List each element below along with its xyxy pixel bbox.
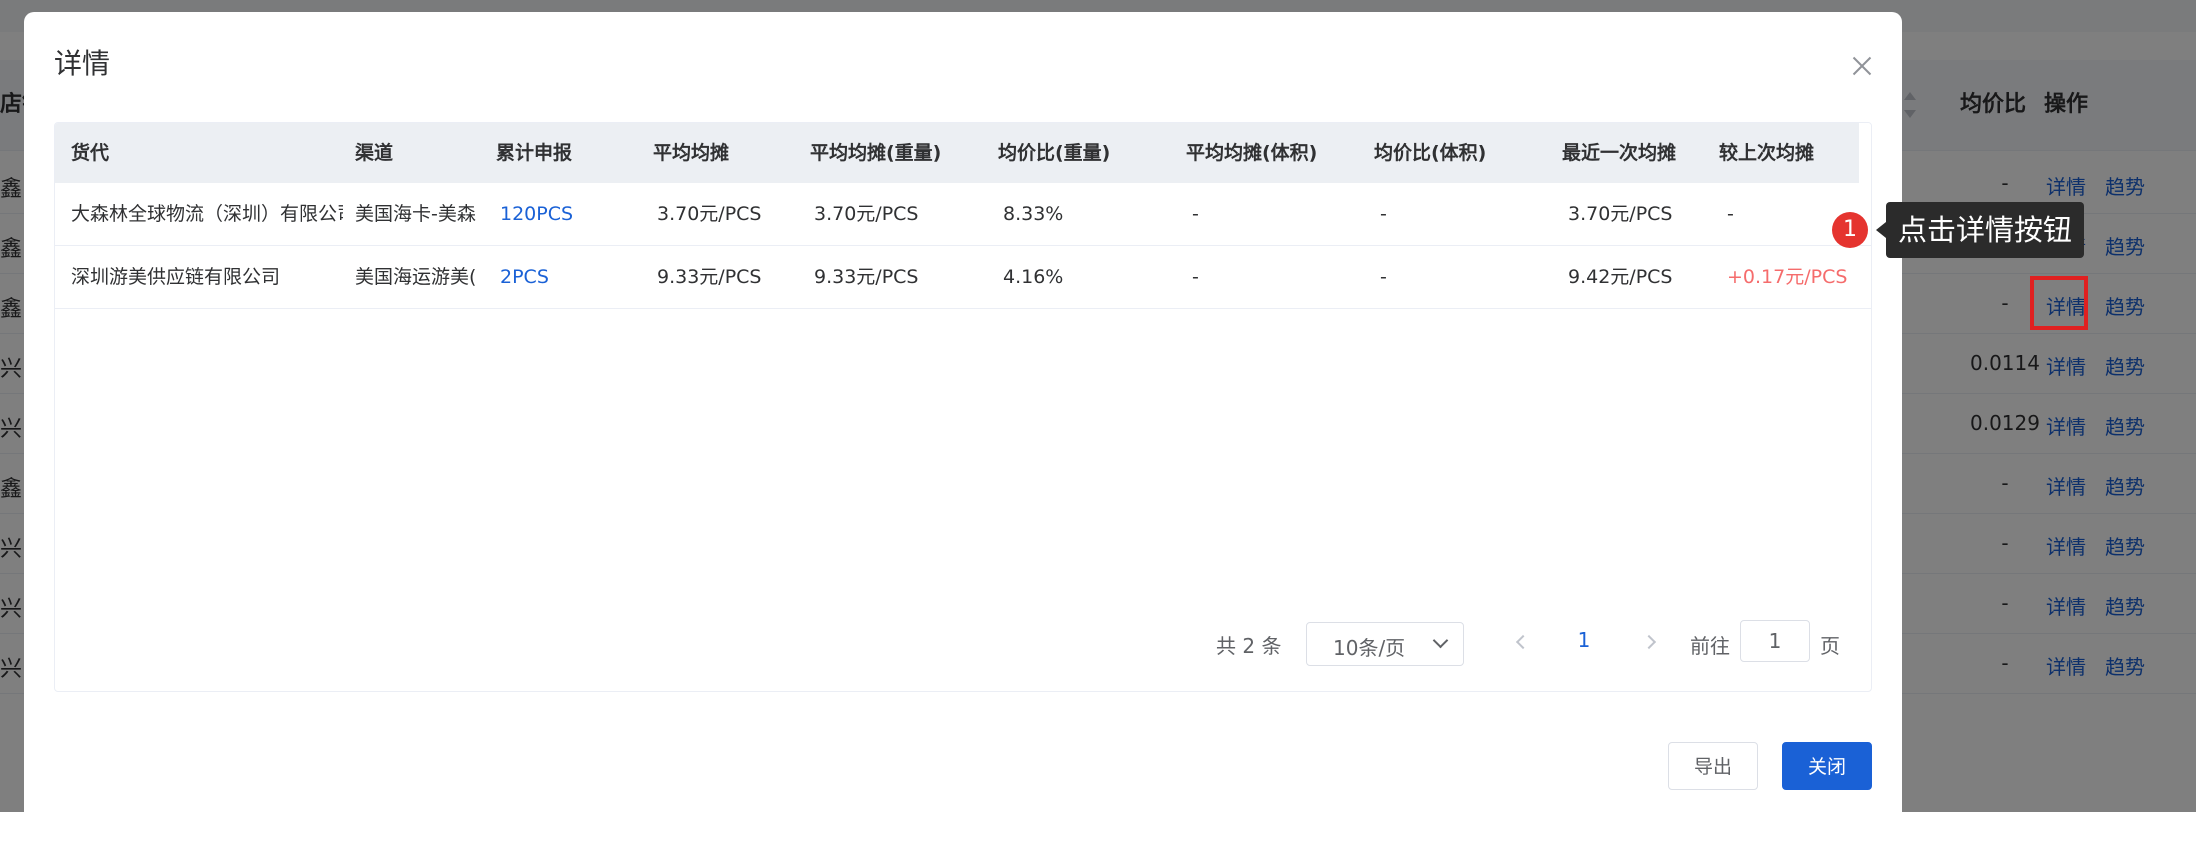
page-number-current[interactable]: 1 (1564, 628, 1604, 652)
cell-forwarder: 深圳游美供应链有限公司 (71, 266, 281, 288)
table-row: 大森林全球物流（深圳）有限公司 美国海卡-美森 120PCS 3.70元/PCS… (55, 183, 1871, 246)
step-number-badge: 1 (1832, 212, 1868, 248)
table-row: 深圳游美供应链有限公司 美国海运游美( 2PCS 9.33元/PCS 9.33元… (55, 246, 1871, 309)
cell-last-allocation: 3.70元/PCS (1568, 203, 1673, 225)
column-header-vs-last: 较上次均摊 (1719, 142, 1815, 164)
cell-forwarder: 大森林全球物流（深圳）有限公司 (71, 203, 343, 225)
export-button[interactable]: 导出 (1668, 742, 1758, 790)
cell-avg-allocation-volume: - (1192, 203, 1199, 225)
cell-vs-last: - (1727, 203, 1734, 225)
column-header-last-allocation: 最近一次均摊 (1562, 142, 1677, 164)
detail-dialog: 详情 货代 渠道 累计申报 平均均摊 平均均摊(重量) 均价比(重量) 平均均摊… (24, 12, 1902, 842)
page-size-value: 10条/页 (1333, 636, 1406, 660)
goto-label: 前往 (1690, 634, 1730, 658)
cell-avg-allocation-weight: 3.70元/PCS (814, 203, 919, 225)
highlight-box (2030, 276, 2088, 330)
close-button[interactable]: 关闭 (1782, 742, 1872, 790)
chevron-right-icon[interactable] (1642, 632, 1662, 654)
cell-avg-allocation-volume: - (1192, 266, 1199, 288)
cell-vs-last: +0.17元/PCS (1727, 266, 1848, 288)
table-header: 货代 渠道 累计申报 平均均摊 平均均摊(重量) 均价比(重量) 平均均摊(体积… (55, 123, 1859, 183)
chevron-left-icon[interactable] (1512, 632, 1532, 654)
tooltip-arrow (1876, 222, 1886, 238)
cell-last-allocation: 9.42元/PCS (1568, 266, 1673, 288)
cell-ratio-weight: 4.16% (1003, 266, 1064, 288)
guide-tooltip: 点击详情按钮 (1886, 202, 2084, 258)
cell-avg-allocation: 3.70元/PCS (657, 203, 762, 225)
cell-avg-allocation-weight: 9.33元/PCS (814, 266, 919, 288)
column-header-forwarder: 货代 (71, 142, 110, 164)
dialog-title: 详情 (54, 47, 111, 80)
cell-ratio-weight: 8.33% (1003, 203, 1064, 225)
cell-ratio-volume: - (1380, 203, 1387, 225)
column-header-total-declared: 累计申报 (496, 142, 573, 164)
chevron-down-icon (1432, 632, 1449, 649)
cell-channel: 美国海卡-美森 (355, 203, 476, 225)
column-header-channel: 渠道 (355, 142, 394, 164)
cell-channel: 美国海运游美( (355, 266, 477, 288)
column-header-ratio-weight: 均价比(重量) (998, 142, 1111, 164)
cell-total-declared-link[interactable]: 2PCS (500, 246, 549, 308)
goto-page-input[interactable] (1740, 620, 1810, 662)
page-size-select[interactable]: 10条/页 (1306, 622, 1464, 666)
column-header-avg-allocation: 平均均摊 (653, 142, 730, 164)
cell-avg-allocation: 9.33元/PCS (657, 266, 762, 288)
detail-table: 货代 渠道 累计申报 平均均摊 平均均摊(重量) 均价比(重量) 平均均摊(体积… (54, 122, 1872, 692)
table-scrollbar-gutter (1859, 123, 1871, 183)
close-icon[interactable] (1844, 48, 1880, 84)
column-header-avg-allocation-volume: 平均均摊(体积) (1186, 142, 1318, 164)
cell-ratio-volume: - (1380, 266, 1387, 288)
cell-total-declared-link[interactable]: 120PCS (500, 183, 573, 245)
pagination-total: 共 2 条 (1216, 634, 1282, 658)
column-header-ratio-volume: 均价比(体积) (1374, 142, 1487, 164)
column-header-avg-allocation-weight: 平均均摊(重量) (810, 142, 942, 164)
page-suffix-label: 页 (1820, 634, 1840, 658)
